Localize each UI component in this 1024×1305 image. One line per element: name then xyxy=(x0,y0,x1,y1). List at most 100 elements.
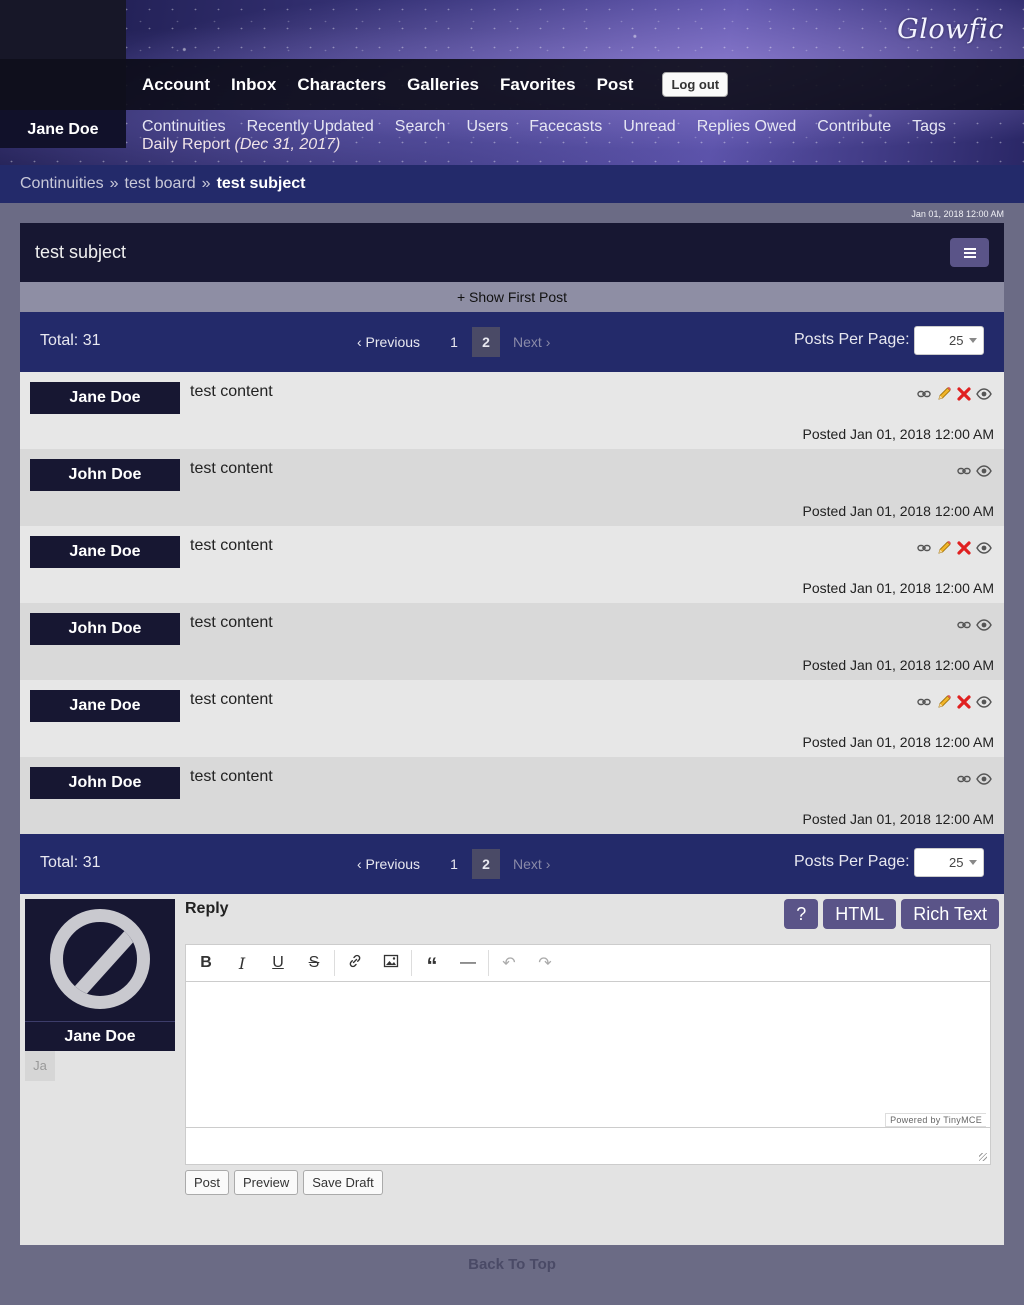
reply-timestamp[interactable]: Posted Jan 01, 2018 12:00 AM xyxy=(803,426,994,442)
link-icon[interactable] xyxy=(916,694,932,710)
eye-icon[interactable] xyxy=(976,540,992,556)
reply-author[interactable]: Jane Doe xyxy=(30,690,180,722)
nav-characters[interactable]: Characters xyxy=(297,75,386,95)
subnav-users[interactable]: Users xyxy=(467,118,509,136)
edit-icon[interactable] xyxy=(936,540,952,556)
link-icon[interactable] xyxy=(956,771,972,787)
subnav-search[interactable]: Search xyxy=(395,118,446,136)
reply-row: Jane Doe test content Posted Jan 01, 2018 … xyxy=(20,680,1004,757)
bold-icon[interactable]: B xyxy=(188,954,224,972)
page-link-1[interactable]: 1 xyxy=(440,849,468,879)
reply-row: John Doe test content Posted Jan 01, 2018 … xyxy=(20,757,1004,834)
hamburger-icon xyxy=(963,251,976,254)
subnav-contribute[interactable]: Contribute xyxy=(817,118,891,136)
character-alias-button[interactable]: Ja xyxy=(25,1051,55,1081)
subnav-tags[interactable]: Tags xyxy=(912,118,946,136)
redo-icon[interactable]: ↷ xyxy=(527,953,563,973)
posts-per-page-select[interactable]: 25 xyxy=(914,848,984,877)
italic-icon[interactable]: I xyxy=(224,954,260,973)
reply-timestamp[interactable]: Posted Jan 01, 2018 12:00 AM xyxy=(803,580,994,596)
reply-author[interactable]: Jane Doe xyxy=(30,536,180,568)
logout-button[interactable]: Log out xyxy=(662,72,729,97)
reply-body-input[interactable] xyxy=(186,982,990,1126)
nav-galleries[interactable]: Galleries xyxy=(407,75,479,95)
nav-account[interactable]: Account xyxy=(142,75,210,95)
reply-actions xyxy=(956,463,992,479)
nav-inbox[interactable]: Inbox xyxy=(231,75,276,95)
link-icon[interactable] xyxy=(956,463,972,479)
site-logo[interactable]: Glowfic xyxy=(897,14,1004,45)
subnav-unread[interactable]: Unread xyxy=(623,118,675,136)
reply-author[interactable]: John Doe xyxy=(30,613,180,645)
reply-timestamp[interactable]: Posted Jan 01, 2018 12:00 AM xyxy=(803,657,994,673)
breadcrumb-board[interactable]: test board xyxy=(125,175,196,192)
post-panel: test subject + Show First Post Total: 31… xyxy=(20,223,1004,1245)
delete-icon[interactable] xyxy=(956,386,972,402)
reply-actions xyxy=(916,540,992,556)
edit-icon[interactable] xyxy=(936,694,952,710)
show-first-post[interactable]: + Show First Post xyxy=(20,282,1004,312)
reply-author[interactable]: John Doe xyxy=(30,459,180,491)
page-link-2: 2 xyxy=(472,849,501,879)
posts-per-page-select[interactable]: 25 xyxy=(914,326,984,355)
post-button[interactable]: Post xyxy=(185,1170,230,1195)
subnav-facecasts[interactable]: Facecasts xyxy=(529,118,602,136)
header-corner-nav xyxy=(0,59,126,110)
delete-icon[interactable] xyxy=(956,694,972,710)
nav-post[interactable]: Post xyxy=(597,75,634,95)
reply-content: test content xyxy=(190,768,273,785)
caret-down-icon xyxy=(969,860,977,865)
link-icon[interactable] xyxy=(916,386,932,402)
strikethrough-icon[interactable]: S xyxy=(296,954,332,972)
preview-button[interactable]: Preview xyxy=(234,1170,299,1195)
reply-row: John Doe test content Posted Jan 01, 2018 … xyxy=(20,603,1004,680)
eye-icon[interactable] xyxy=(976,771,992,787)
link-icon[interactable] xyxy=(916,540,932,556)
blockquote-icon[interactable]: “ xyxy=(414,952,450,977)
breadcrumb-separator: » xyxy=(201,175,211,192)
underline-icon[interactable]: U xyxy=(260,954,296,972)
eye-icon[interactable] xyxy=(976,617,992,633)
horizontal-rule-icon[interactable]: — xyxy=(450,954,486,972)
image-icon[interactable] xyxy=(373,953,409,974)
post-menu-button[interactable] xyxy=(950,238,989,267)
no-avatar-icon xyxy=(50,909,150,1009)
reply-timestamp[interactable]: Posted Jan 01, 2018 12:00 AM xyxy=(803,734,994,750)
html-mode-button[interactable]: HTML xyxy=(823,899,897,929)
eye-icon[interactable] xyxy=(976,694,992,710)
link-icon[interactable] xyxy=(956,617,972,633)
undo-icon[interactable]: ↶ xyxy=(491,953,527,973)
reply-author[interactable]: Jane Doe xyxy=(30,382,180,414)
posts-per-page-label: Posts Per Page: xyxy=(794,853,910,870)
previous-page-link[interactable]: ‹ Previous xyxy=(357,849,420,879)
save-draft-button[interactable]: Save Draft xyxy=(303,1170,383,1195)
reply-timestamp[interactable]: Posted Jan 01, 2018 12:00 AM xyxy=(803,503,994,519)
current-username[interactable]: Jane Doe xyxy=(0,110,126,148)
subnav-recently-updated[interactable]: Recently Updated xyxy=(247,118,374,136)
breadcrumb-continuities[interactable]: Continuities xyxy=(20,175,104,192)
page-link-1[interactable]: 1 xyxy=(440,327,468,357)
eye-icon[interactable] xyxy=(976,386,992,402)
previous-page-link[interactable]: ‹ Previous xyxy=(357,327,420,357)
reply-author[interactable]: John Doe xyxy=(30,767,180,799)
daily-report-link[interactable]: Daily Report (Dec 31, 2017) xyxy=(142,136,1012,154)
eye-icon[interactable] xyxy=(976,463,992,479)
resize-handle-icon[interactable] xyxy=(979,1153,987,1161)
help-button[interactable]: ? xyxy=(784,899,819,929)
back-to-top-link[interactable]: Back To Top xyxy=(0,1256,1024,1273)
powered-by-tinymce[interactable]: Powered by TinyMCE xyxy=(885,1113,986,1127)
character-picker[interactable]: Jane Doe xyxy=(25,899,175,1051)
next-page-link: Next › xyxy=(513,334,551,350)
link-icon[interactable] xyxy=(337,953,373,974)
post-title-bar: test subject xyxy=(20,223,1004,282)
subnav-continuities[interactable]: Continuities xyxy=(142,118,226,136)
reply-timestamp[interactable]: Posted Jan 01, 2018 12:00 AM xyxy=(803,811,994,827)
edit-icon[interactable] xyxy=(936,386,952,402)
delete-icon[interactable] xyxy=(956,540,972,556)
rich-text-mode-button[interactable]: Rich Text xyxy=(901,899,999,929)
subnav-replies-owed[interactable]: Replies Owed xyxy=(697,118,797,136)
total-count: Total: 31 xyxy=(40,854,101,871)
nav-favorites[interactable]: Favorites xyxy=(500,75,576,95)
toolbar-divider xyxy=(488,950,489,976)
character-name: Jane Doe xyxy=(25,1021,175,1051)
